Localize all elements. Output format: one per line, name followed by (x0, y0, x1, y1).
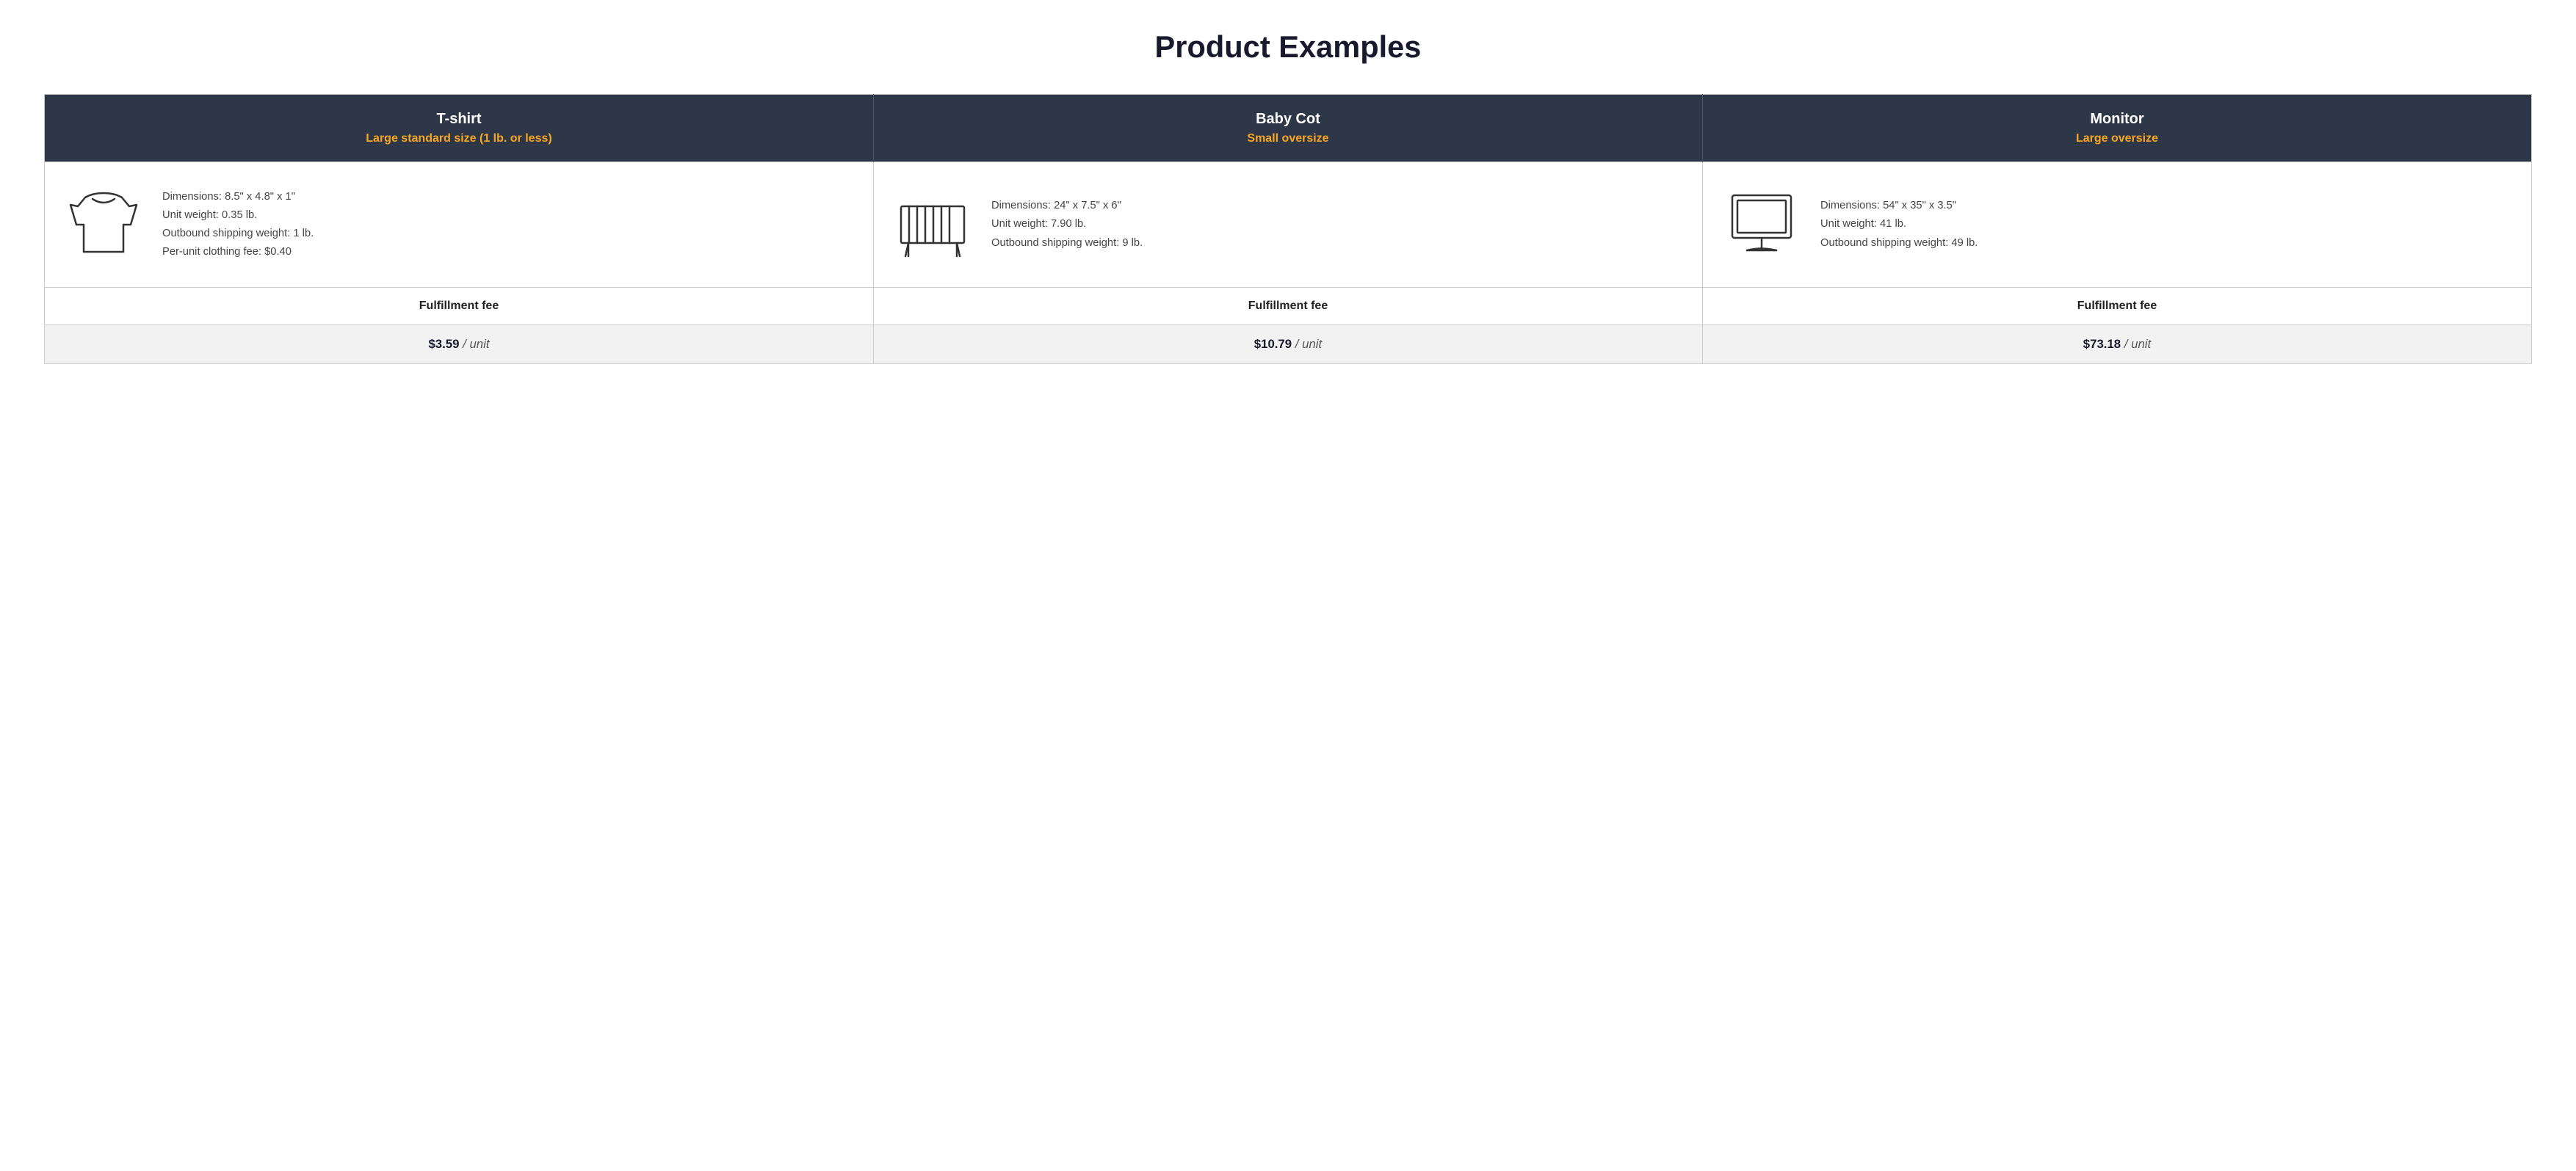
header-tshirt: T-shirt Large standard size (1 lb. or le… (45, 95, 874, 162)
monitor-size: Large oversize (1718, 132, 2517, 145)
monitor-name: Monitor (1718, 111, 2517, 128)
monitor-fee-label: Fulfillment fee (1703, 288, 2532, 325)
tshirt-details-cell: Dimensions: 8.5" x 4.8" x 1" Unit weight… (45, 162, 874, 288)
babycot-fee-label: Fulfillment fee (874, 288, 1703, 325)
tshirt-icon (59, 184, 148, 265)
tshirt-fee-label: Fulfillment fee (45, 288, 874, 325)
tshirt-info: Dimensions: 8.5" x 4.8" x 1" Unit weight… (162, 188, 314, 261)
monitor-icon (1718, 184, 1806, 265)
details-row: Dimensions: 8.5" x 4.8" x 1" Unit weight… (45, 162, 2532, 288)
babycot-icon (889, 184, 977, 265)
fee-label-row: Fulfillment fee Fulfillment fee Fulfillm… (45, 288, 2532, 325)
table-header-row: T-shirt Large standard size (1 lb. or le… (45, 95, 2532, 162)
monitor-details-cell: Dimensions: 54" x 35" x 3.5" Unit weight… (1703, 162, 2532, 288)
babycot-size: Small oversize (889, 132, 1687, 145)
header-monitor: Monitor Large oversize (1703, 95, 2532, 162)
tshirt-name: T-shirt (59, 111, 858, 128)
babycot-info: Dimensions: 24" x 7.5" x 6" Unit weight:… (991, 197, 1143, 252)
babycot-details-cell: Dimensions: 24" x 7.5" x 6" Unit weight:… (874, 162, 1703, 288)
fee-value-row: $3.59 / unit $10.79 / unit $73.18 / unit (45, 325, 2532, 364)
monitor-info: Dimensions: 54" x 35" x 3.5" Unit weight… (1820, 197, 1978, 252)
tshirt-size: Large standard size (1 lb. or less) (59, 132, 858, 145)
header-babycot: Baby Cot Small oversize (874, 95, 1703, 162)
page-title: Product Examples (44, 29, 2532, 65)
babycot-fee-value: $10.79 / unit (874, 325, 1703, 364)
product-examples-table: T-shirt Large standard size (1 lb. or le… (44, 94, 2532, 364)
babycot-name: Baby Cot (889, 111, 1687, 128)
monitor-fee-value: $73.18 / unit (1703, 325, 2532, 364)
tshirt-fee-value: $3.59 / unit (45, 325, 874, 364)
